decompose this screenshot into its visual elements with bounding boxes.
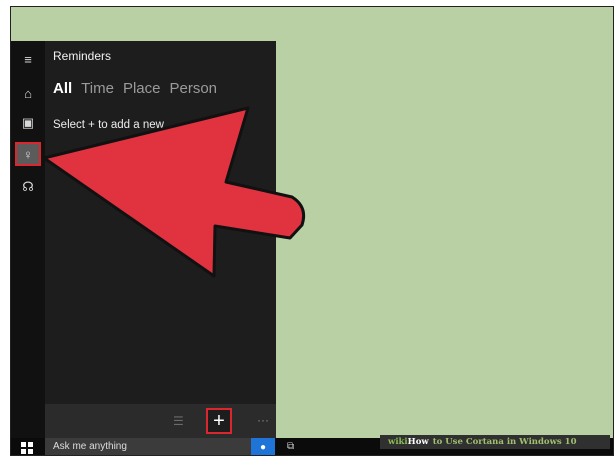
red-pointer-arrow xyxy=(42,106,306,278)
